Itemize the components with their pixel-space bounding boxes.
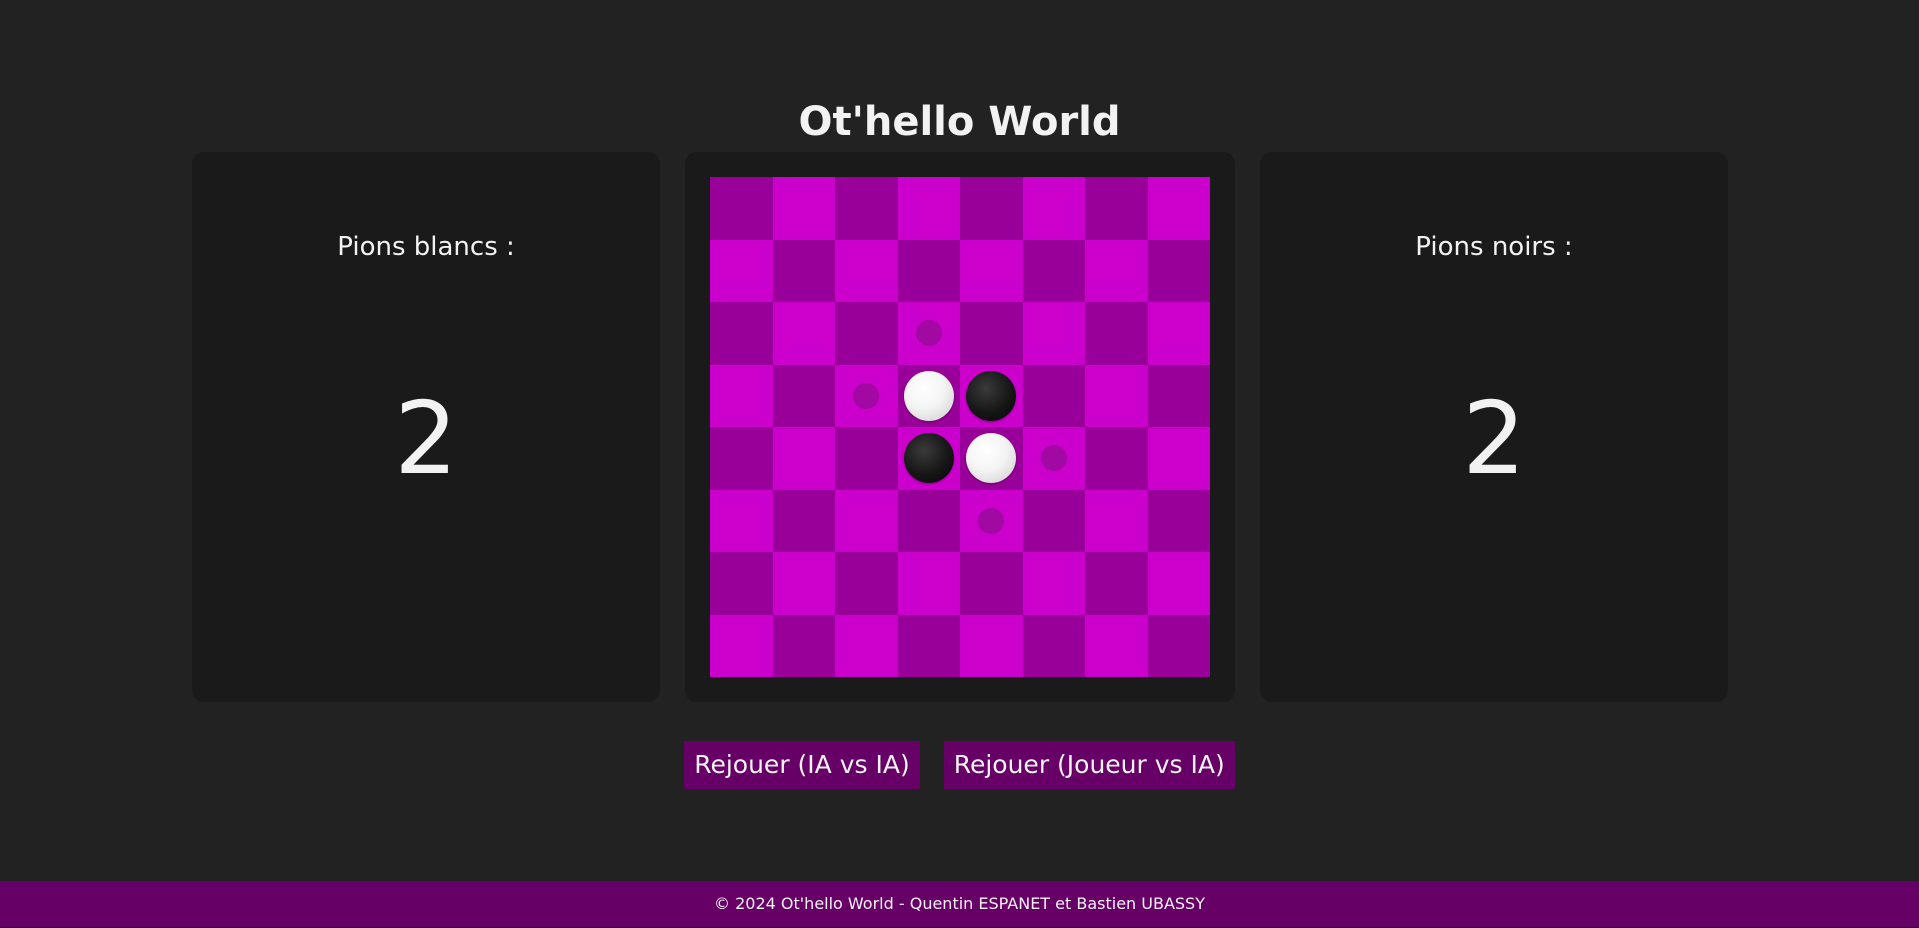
board-cell-r5-c4[interactable] — [897, 427, 960, 490]
board-cell-r7-c4[interactable] — [897, 552, 960, 615]
board-cell-r5-c3[interactable] — [835, 427, 898, 490]
board-cell-r6-c5[interactable] — [960, 489, 1023, 552]
board-cell-r8-c7[interactable] — [1085, 614, 1148, 677]
board-cell-r3-c1[interactable] — [710, 302, 773, 365]
board-cell-r5-c6[interactable] — [1022, 427, 1085, 490]
board-cell-r1-c6[interactable] — [1022, 177, 1085, 240]
replay-ai-vs-ai-button[interactable]: Rejouer (IA vs IA) — [684, 741, 920, 789]
board-cell-r4-c7[interactable] — [1085, 364, 1148, 427]
board-panel — [685, 152, 1235, 702]
board-cell-r1-c7[interactable] — [1085, 177, 1148, 240]
valid-move-marker[interactable] — [853, 382, 880, 409]
board-cell-r1-c2[interactable] — [772, 177, 835, 240]
page: Ot'hello World Pions blancs : 2 Pions no… — [0, 0, 1919, 928]
board-cell-r2-c4[interactable] — [897, 239, 960, 302]
board-cell-r5-c5[interactable] — [960, 427, 1023, 490]
board-cell-r8-c3[interactable] — [835, 614, 898, 677]
board-cell-r7-c8[interactable] — [1147, 552, 1210, 615]
board-cell-r4-c4[interactable] — [897, 364, 960, 427]
board-cell-r2-c3[interactable] — [835, 239, 898, 302]
board-cell-r6-c3[interactable] — [835, 489, 898, 552]
board-cell-r5-c2[interactable] — [772, 427, 835, 490]
board-cell-r3-c6[interactable] — [1022, 302, 1085, 365]
valid-move-marker[interactable] — [1040, 445, 1067, 472]
board-cell-r4-c6[interactable] — [1022, 364, 1085, 427]
board-cell-r4-c5[interactable] — [960, 364, 1023, 427]
board-cell-r1-c1[interactable] — [710, 177, 773, 240]
board-cell-r6-c1[interactable] — [710, 489, 773, 552]
black-piece — [903, 433, 954, 484]
board-cell-r8-c5[interactable] — [960, 614, 1023, 677]
board-cell-r3-c5[interactable] — [960, 302, 1023, 365]
board-cell-r8-c4[interactable] — [897, 614, 960, 677]
board-cell-r2-c6[interactable] — [1022, 239, 1085, 302]
board-cell-r6-c8[interactable] — [1147, 489, 1210, 552]
board-cell-r2-c7[interactable] — [1085, 239, 1148, 302]
replay-player-vs-ai-button[interactable]: Rejouer (Joueur vs IA) — [943, 741, 1235, 789]
white-score-panel: Pions blancs : 2 — [192, 152, 660, 702]
black-score-panel: Pions noirs : 2 — [1260, 152, 1728, 702]
othello-board — [710, 177, 1210, 677]
board-cell-r3-c4[interactable] — [897, 302, 960, 365]
board-cell-r7-c3[interactable] — [835, 552, 898, 615]
board-cell-r7-c7[interactable] — [1085, 552, 1148, 615]
board-cell-r7-c6[interactable] — [1022, 552, 1085, 615]
board-cell-r3-c7[interactable] — [1085, 302, 1148, 365]
board-cell-r3-c3[interactable] — [835, 302, 898, 365]
board-cell-r7-c1[interactable] — [710, 552, 773, 615]
page-title: Ot'hello World — [798, 99, 1121, 145]
board-cell-r4-c2[interactable] — [772, 364, 835, 427]
black-score-value: 2 — [1462, 380, 1526, 497]
board-cell-r2-c5[interactable] — [960, 239, 1023, 302]
board-cell-r6-c7[interactable] — [1085, 489, 1148, 552]
white-piece — [903, 370, 954, 421]
valid-move-marker[interactable] — [915, 320, 942, 347]
black-score-label: Pions noirs : — [1415, 232, 1573, 262]
board-cell-r6-c6[interactable] — [1022, 489, 1085, 552]
board-cell-r8-c2[interactable] — [772, 614, 835, 677]
board-cell-r8-c1[interactable] — [710, 614, 773, 677]
board-cell-r4-c3[interactable] — [835, 364, 898, 427]
board-cell-r2-c2[interactable] — [772, 239, 835, 302]
footer-text: © 2024 Ot'hello World - Quentin ESPANET … — [714, 894, 1205, 913]
board-cell-r4-c1[interactable] — [710, 364, 773, 427]
white-score-label: Pions blancs : — [337, 232, 515, 262]
board-cell-r6-c4[interactable] — [897, 489, 960, 552]
board-cell-r4-c8[interactable] — [1147, 364, 1210, 427]
board-cell-r8-c8[interactable] — [1147, 614, 1210, 677]
footer: © 2024 Ot'hello World - Quentin ESPANET … — [0, 881, 1919, 928]
white-piece — [966, 433, 1017, 484]
board-cell-r5-c1[interactable] — [710, 427, 773, 490]
board-cell-r1-c3[interactable] — [835, 177, 898, 240]
board-cell-r7-c5[interactable] — [960, 552, 1023, 615]
board-cell-r3-c2[interactable] — [772, 302, 835, 365]
board-cell-r1-c4[interactable] — [897, 177, 960, 240]
board-cell-r8-c6[interactable] — [1022, 614, 1085, 677]
board-cell-r2-c1[interactable] — [710, 239, 773, 302]
board-cell-r2-c8[interactable] — [1147, 239, 1210, 302]
board-cell-r1-c5[interactable] — [960, 177, 1023, 240]
white-score-value: 2 — [394, 380, 458, 497]
board-cell-r1-c8[interactable] — [1147, 177, 1210, 240]
board-cell-r7-c2[interactable] — [772, 552, 835, 615]
board-cell-r6-c2[interactable] — [772, 489, 835, 552]
board-cell-r5-c7[interactable] — [1085, 427, 1148, 490]
valid-move-marker[interactable] — [978, 507, 1005, 534]
black-piece — [966, 370, 1017, 421]
board-cell-r3-c8[interactable] — [1147, 302, 1210, 365]
action-buttons: Rejouer (IA vs IA) Rejouer (Joueur vs IA… — [0, 741, 1919, 789]
board-cell-r5-c8[interactable] — [1147, 427, 1210, 490]
